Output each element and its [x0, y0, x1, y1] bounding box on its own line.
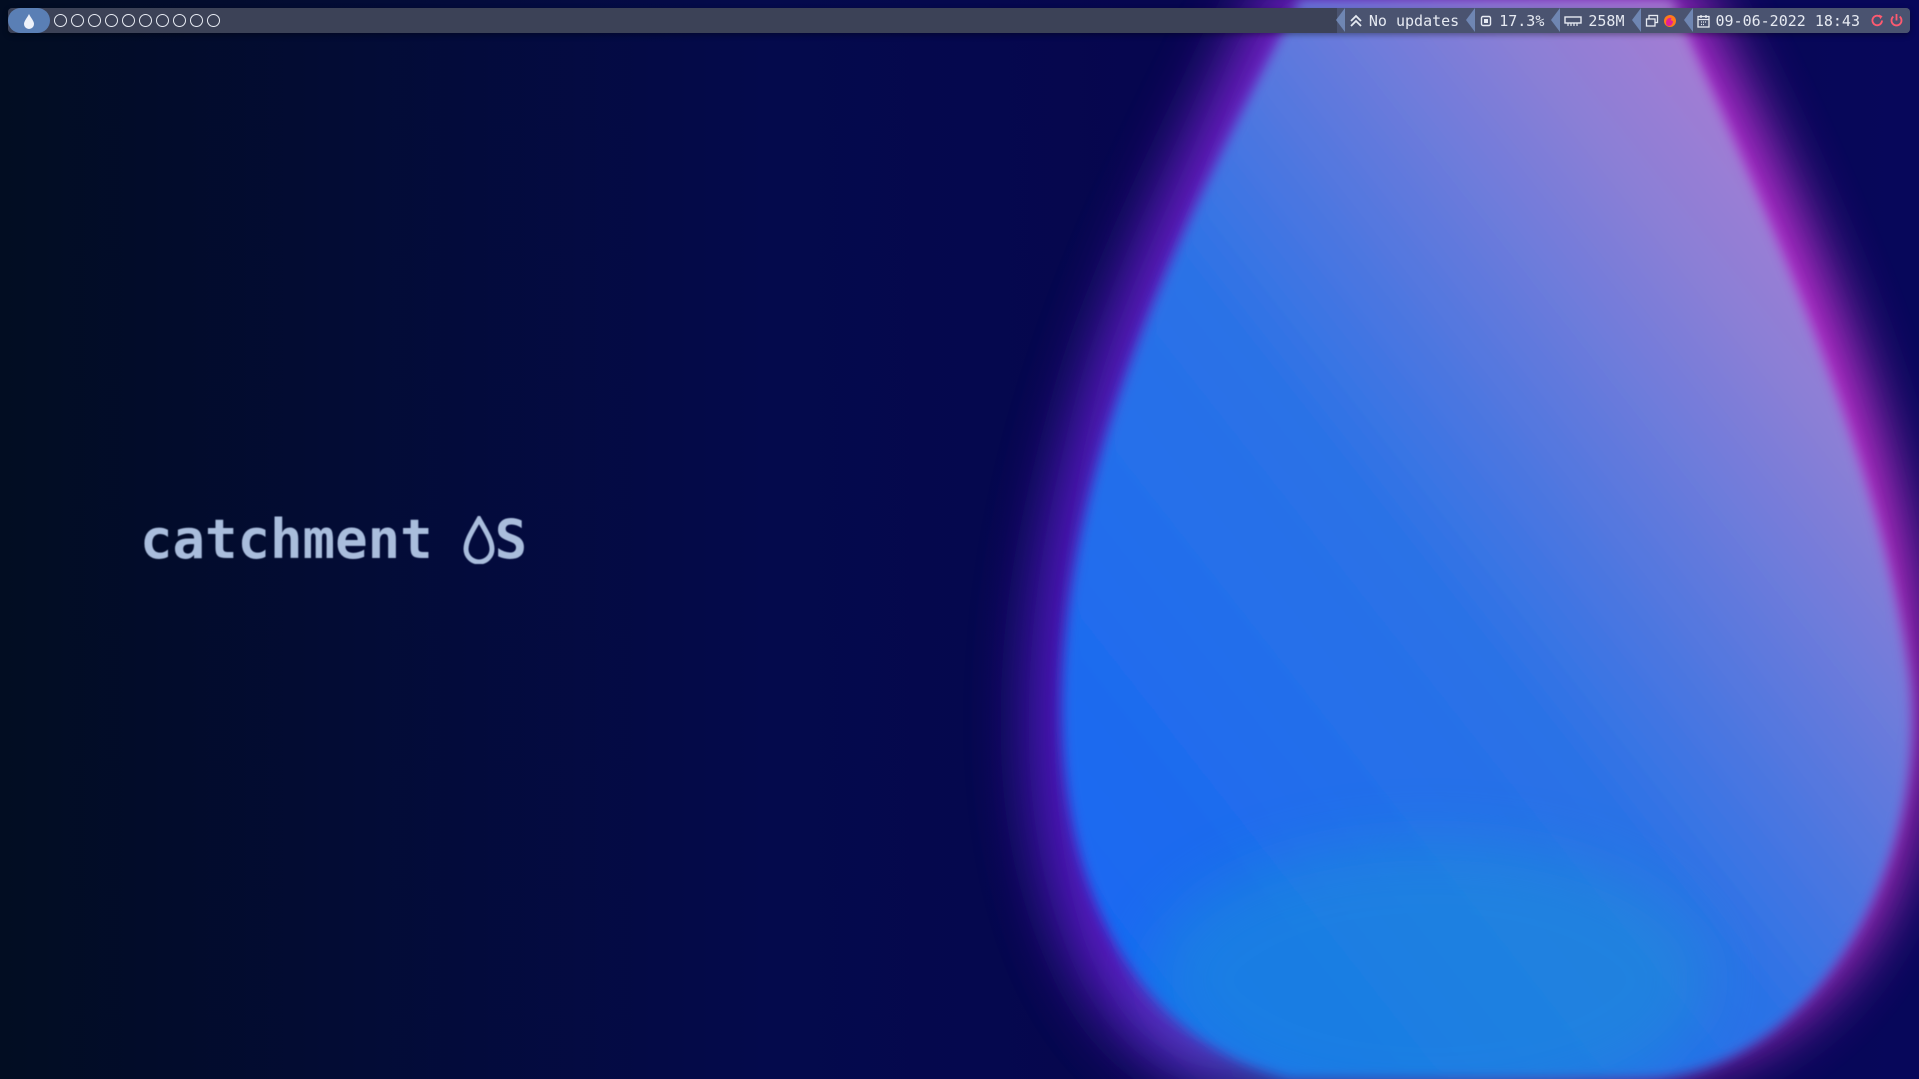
window-stack-icon — [1645, 14, 1659, 28]
workspace-list — [54, 8, 220, 33]
brand-suffix: S — [494, 508, 528, 571]
window-module[interactable] — [1631, 8, 1685, 33]
workspace-6[interactable] — [139, 14, 152, 27]
cpu-module[interactable]: 17.3% — [1466, 8, 1553, 33]
updates-label: No updates — [1368, 11, 1460, 30]
workspace-10[interactable] — [207, 14, 220, 27]
water-drop-icon — [23, 13, 35, 29]
firefox-icon[interactable] — [1663, 14, 1677, 28]
workspace-9[interactable] — [190, 14, 203, 27]
workspace-3[interactable] — [88, 14, 101, 27]
brand-text: catchment — [140, 508, 433, 571]
memory-value: 258M — [1588, 11, 1625, 30]
workspace-8[interactable] — [173, 14, 186, 27]
chevron-up-double-icon — [1349, 14, 1363, 28]
wallpaper-title: catchment S — [140, 508, 527, 571]
workspace-7[interactable] — [156, 14, 169, 27]
memory-module[interactable]: 258M — [1551, 8, 1633, 33]
power-icon[interactable] — [1889, 13, 1904, 28]
datetime-module[interactable]: 09-06-2022 18:43 — [1683, 8, 1866, 33]
updates-module[interactable]: No updates — [1335, 8, 1468, 33]
workspace-1[interactable] — [54, 14, 67, 27]
status-modules: No updates 17.3% 258M 09-06-2022 18:43 — [1335, 8, 1910, 33]
power-module — [1866, 8, 1910, 33]
datetime-value: 09-06-2022 18:43 — [1715, 11, 1861, 30]
cpu-chip-icon — [1479, 14, 1493, 28]
calendar-icon — [1696, 14, 1710, 28]
water-drop-icon — [463, 515, 495, 564]
workspace-5[interactable] — [122, 14, 135, 27]
workspace-4[interactable] — [105, 14, 118, 27]
workspace-2[interactable] — [71, 14, 84, 27]
top-bar: No updates 17.3% 258M 09-06-2022 18:43 — [8, 8, 1910, 33]
restart-icon[interactable] — [1870, 13, 1885, 28]
memory-icon — [1564, 15, 1583, 27]
cpu-value: 17.3% — [1499, 11, 1545, 30]
launcher-button[interactable] — [8, 8, 50, 33]
